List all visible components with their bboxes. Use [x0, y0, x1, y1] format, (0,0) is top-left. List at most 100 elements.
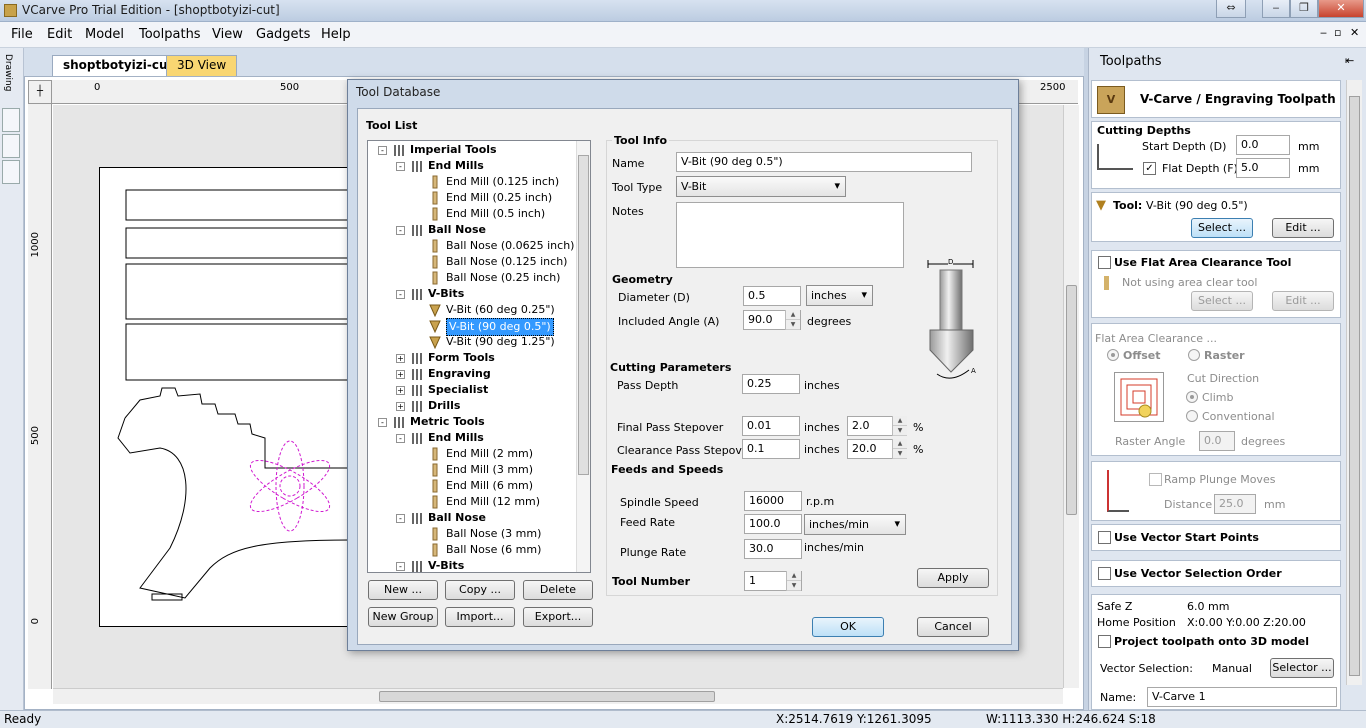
tree-item[interactable]: + Drills [368, 398, 576, 414]
tree-item[interactable]: End Mill (6 mm) [368, 478, 576, 494]
material-sheet[interactable] [99, 167, 353, 628]
tree-item[interactable]: - Imperial Tools [368, 142, 576, 158]
plunge-input[interactable]: 30.0 [744, 539, 802, 559]
tool-tree[interactable]: - Imperial Tools - End Mills End Mill (0.125… [367, 140, 591, 573]
delete-tool-button[interactable]: Delete [523, 580, 593, 600]
vertical-scrollbar[interactable] [1063, 105, 1079, 688]
final-stepover-spinner[interactable]: ▲ ▼ [892, 416, 907, 436]
conventional-radio[interactable] [1186, 410, 1198, 422]
tree-item[interactable]: End Mill (12 mm) [368, 494, 576, 510]
tree-item[interactable]: - V-Bits [368, 558, 576, 572]
edit-tool-button[interactable]: Edit ... [1272, 218, 1334, 238]
mdi-restore-icon[interactable]: ▫ [1334, 26, 1341, 39]
vector-start-checkbox[interactable] [1098, 531, 1111, 544]
collapse-icon[interactable]: - [396, 226, 405, 235]
edit-clear-tool-button[interactable]: Edit ... [1272, 291, 1334, 311]
expand-icon[interactable]: + [396, 354, 405, 363]
vector-order-checkbox[interactable] [1098, 567, 1111, 580]
menu-gadgets[interactable]: Gadgets [256, 27, 310, 42]
apply-button[interactable]: Apply [917, 568, 989, 588]
expand-icon[interactable]: + [396, 386, 405, 395]
tree-item[interactable]: Ball Nose (0.0625 inch) [368, 238, 576, 254]
mdi-minimize-icon[interactable]: ‒ [1320, 26, 1327, 39]
tree-item[interactable]: V-Bit (90 deg 1.25") [368, 334, 576, 350]
start-depth-input[interactable]: 0.0 [1236, 135, 1290, 155]
diameter-unit-select[interactable]: inches [806, 285, 873, 306]
clear-stepover-spinner[interactable]: ▲ ▼ [892, 439, 907, 459]
tab-document[interactable]: shoptbotyizi-cut [52, 55, 185, 76]
menu-edit[interactable]: Edit [47, 27, 72, 42]
flat-depth-checkbox[interactable]: ✓ [1143, 162, 1156, 175]
tree-item[interactable]: Ball Nose (0.25 inch) [368, 270, 576, 286]
menu-model[interactable]: Model [85, 27, 124, 42]
tree-item[interactable]: - End Mills [368, 430, 576, 446]
selector-button[interactable]: Selector ... [1270, 658, 1334, 678]
drawing-tab-label[interactable]: Drawing [3, 54, 13, 91]
tool-type-select[interactable]: V-Bit [676, 176, 846, 197]
tree-item[interactable]: V-Bit (90 deg 0.5") [368, 318, 576, 336]
tree-item[interactable]: - V-Bits [368, 286, 576, 302]
tool-tree-scrollbar[interactable] [576, 141, 590, 572]
tree-item[interactable]: End Mill (2 mm) [368, 446, 576, 462]
menu-toolpaths[interactable]: Toolpaths [139, 27, 201, 42]
climb-radio[interactable] [1186, 391, 1198, 403]
restore-icon[interactable]: ⇔ [1216, 0, 1246, 18]
menu-help[interactable]: Help [321, 27, 351, 42]
spindle-input[interactable]: 16000 [744, 491, 802, 511]
clear-stepover-input[interactable]: 0.1 [742, 439, 800, 459]
notes-textarea[interactable] [676, 202, 904, 268]
menu-file[interactable]: File [11, 27, 33, 42]
tab-3d-view[interactable]: 3D View [166, 55, 238, 76]
mdi-close-icon[interactable]: ✕ [1350, 26, 1359, 39]
side-button-1[interactable] [2, 108, 20, 132]
side-button-2[interactable] [2, 134, 20, 158]
tree-item[interactable]: End Mill (0.25 inch) [368, 190, 576, 206]
expand-icon[interactable]: + [396, 370, 405, 379]
angle-spinner[interactable]: ▲ ▼ [785, 310, 800, 330]
flat-clearance-checkbox[interactable] [1098, 256, 1111, 269]
panel-pin-icon[interactable]: ⇤ [1345, 54, 1354, 67]
collapse-icon[interactable]: - [396, 290, 405, 299]
tree-item[interactable]: + Engraving [368, 366, 576, 382]
flat-depth-input[interactable]: 5.0 [1236, 158, 1290, 178]
collapse-icon[interactable]: - [378, 146, 387, 155]
new-tool-button[interactable]: New ... [368, 580, 438, 600]
export-button[interactable]: Export... [523, 607, 593, 627]
ramp-checkbox[interactable] [1149, 473, 1162, 486]
cancel-button[interactable]: Cancel [917, 617, 989, 637]
collapse-icon[interactable]: - [396, 162, 405, 171]
tree-item[interactable]: - Ball Nose [368, 222, 576, 238]
tree-item[interactable]: V-Bit (60 deg 0.25") [368, 302, 576, 318]
select-tool-button[interactable]: Select ... [1191, 218, 1253, 238]
collapse-icon[interactable]: - [396, 434, 405, 443]
menu-view[interactable]: View [212, 27, 243, 42]
new-group-button[interactable]: New Group [368, 607, 438, 627]
ruler-origin-icon[interactable]: ┼ [28, 80, 52, 104]
raster-angle-input[interactable]: 0.0 [1199, 431, 1235, 451]
tool-number-spinner[interactable]: ▲ ▼ [786, 571, 801, 591]
close-button[interactable]: ✕ [1318, 0, 1364, 18]
select-clear-tool-button[interactable]: Select ... [1191, 291, 1253, 311]
vscroll-thumb[interactable] [1066, 285, 1077, 515]
distance-input[interactable]: 25.0 [1214, 494, 1256, 514]
tool-name-input[interactable]: V-Bit (90 deg 0.5") [676, 152, 972, 172]
hscroll-thumb[interactable] [379, 691, 715, 702]
panel-scroll-thumb[interactable] [1349, 96, 1360, 676]
tree-item[interactable]: End Mill (0.125 inch) [368, 174, 576, 190]
tree-item[interactable]: - Metric Tools [368, 414, 576, 430]
panel-scrollbar[interactable] [1346, 80, 1362, 685]
pass-depth-input[interactable]: 0.25 [742, 374, 800, 394]
tree-item[interactable]: + Specialist [368, 382, 576, 398]
vector-drawing[interactable] [100, 168, 353, 628]
tree-item[interactable]: + Form Tools [368, 350, 576, 366]
tree-item[interactable]: - Ball Nose [368, 510, 576, 526]
collapse-icon[interactable]: - [396, 514, 405, 523]
horizontal-scrollbar[interactable] [53, 688, 1063, 704]
feed-input[interactable]: 100.0 [744, 514, 802, 534]
tree-item[interactable]: Ball Nose (6 mm) [368, 542, 576, 558]
tree-item[interactable]: - End Mills [368, 158, 576, 174]
copy-tool-button[interactable]: Copy ... [445, 580, 515, 600]
diameter-input[interactable]: 0.5 [743, 286, 801, 306]
maximize-button[interactable]: ❐ [1290, 0, 1318, 18]
tree-item[interactable]: Ball Nose (0.125 inch) [368, 254, 576, 270]
